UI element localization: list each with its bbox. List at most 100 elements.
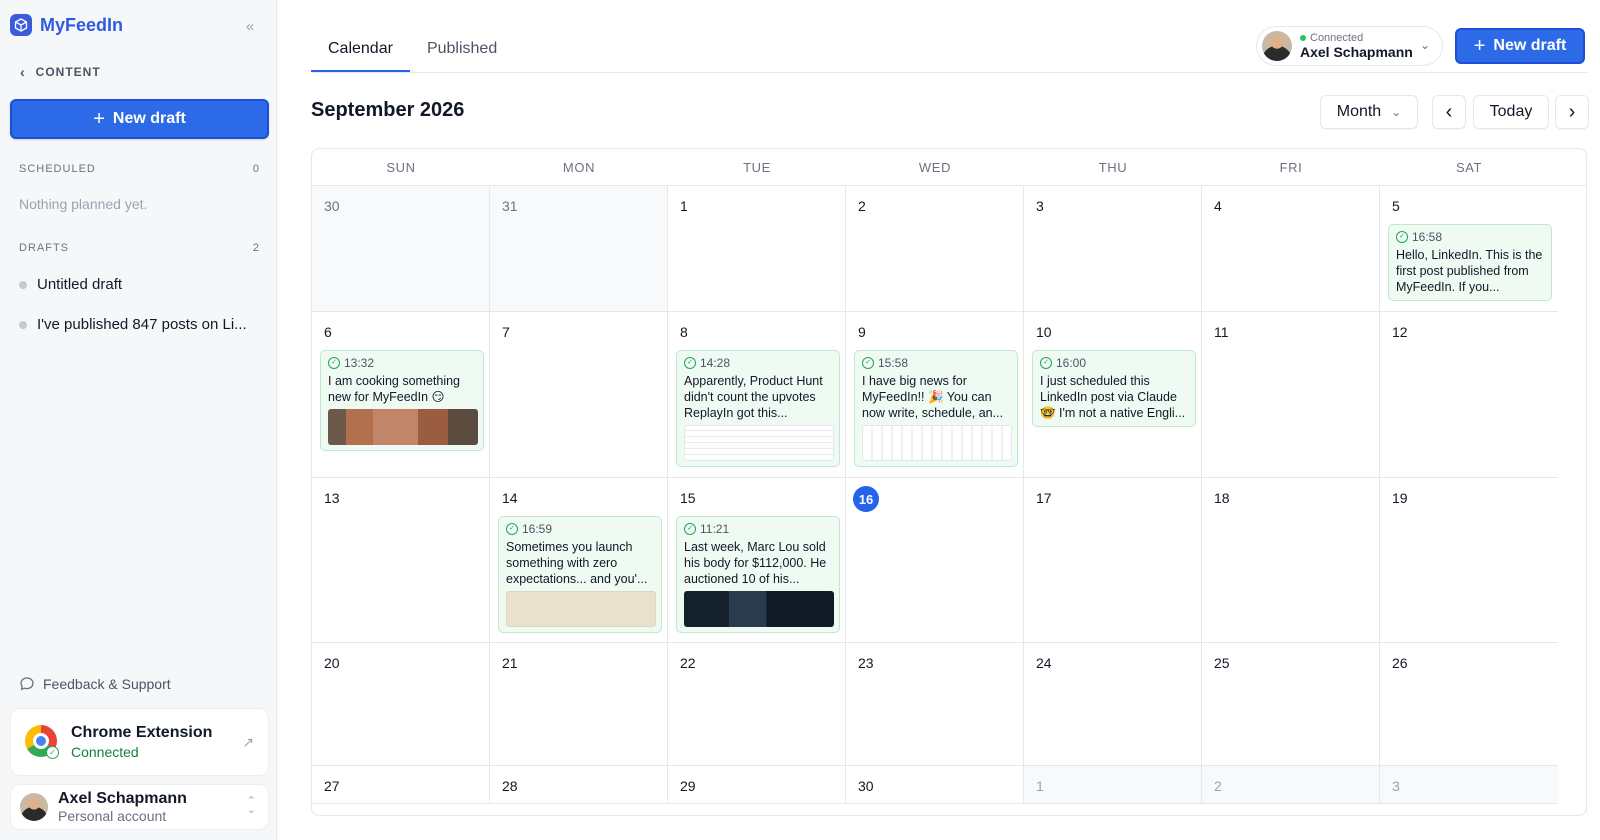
post-time-label: 13:32 xyxy=(344,356,375,370)
day-cell[interactable]: 4 xyxy=(1202,186,1380,312)
day-number: 30 xyxy=(324,198,340,214)
day-cell[interactable]: 24 xyxy=(1024,643,1202,766)
day-cell[interactable]: 22 xyxy=(668,643,846,766)
scheduled-post-card[interactable]: ✓ 16:59 Sometimes you launch something wit… xyxy=(498,516,662,633)
day-cell[interactable]: 1 xyxy=(1024,766,1202,804)
feedback-label: Feedback & Support xyxy=(43,676,171,692)
day-cell[interactable]: 23 xyxy=(846,643,1024,766)
day-cell[interactable]: 3 xyxy=(1380,766,1558,804)
post-time: ✓ 11:21 xyxy=(684,522,833,536)
day-cell[interactable]: 21 xyxy=(490,643,668,766)
day-number: 4 xyxy=(1214,198,1222,214)
feedback-support-link[interactable]: Feedback & Support xyxy=(19,676,171,692)
scheduled-post-card[interactable]: ✓ 15:58 I have big news for MyFeedIn!! 🎉 Y… xyxy=(854,350,1018,467)
tab-calendar[interactable]: Calendar xyxy=(311,30,410,72)
check-circle-icon: ✓ xyxy=(328,357,340,369)
day-cell[interactable]: 7 xyxy=(490,312,668,478)
post-image-thumbnail xyxy=(862,425,1012,461)
sidebar-new-draft-button[interactable]: + New draft xyxy=(10,99,269,139)
check-circle-icon: ✓ xyxy=(684,523,696,535)
day-cell[interactable]: 6 ✓ 13:32 I am cooking something new for My… xyxy=(312,312,490,478)
today-button[interactable]: Today xyxy=(1473,95,1549,129)
today-label: Today xyxy=(1489,103,1533,120)
day-cell[interactable]: 3 xyxy=(1024,186,1202,312)
day-cell[interactable]: 19 xyxy=(1380,478,1558,643)
day-cell[interactable]: 26 xyxy=(1380,643,1558,766)
day-number: 15 xyxy=(680,490,696,506)
next-month-button[interactable]: › xyxy=(1555,95,1589,129)
day-number: 20 xyxy=(324,655,340,671)
day-number: 17 xyxy=(1036,490,1052,506)
scheduled-label: SCHEDULED xyxy=(19,163,96,175)
draft-item[interactable]: I've published 847 posts on Li... xyxy=(19,316,259,333)
weekday-label: FRI xyxy=(1279,160,1303,175)
check-icon: ✓ xyxy=(46,746,59,759)
day-cell[interactable]: 12 xyxy=(1380,312,1558,478)
day-cell[interactable]: 13 xyxy=(312,478,490,643)
day-cell[interactable]: 18 xyxy=(1202,478,1380,643)
back-to-content-link[interactable]: ‹ CONTENT xyxy=(20,64,101,80)
scheduled-post-card[interactable]: ✓ 11:21 Last week, Marc Lou sold his body … xyxy=(676,516,840,633)
scheduled-post-card[interactable]: ✓ 14:28 Apparently, Product Hunt didn't co… xyxy=(676,350,840,467)
day-cell[interactable]: 30 xyxy=(312,186,490,312)
post-preview-text: Apparently, Product Hunt didn't count th… xyxy=(684,374,823,420)
sidebar: MyFeedIn « ‹ CONTENT + New draft SCHEDUL… xyxy=(0,0,277,840)
view-select[interactable]: Month ⌄ xyxy=(1320,95,1418,129)
scheduled-post-card[interactable]: ✓ 16:58 Hello, LinkedIn. This is the first… xyxy=(1388,224,1552,301)
day-cell[interactable]: 2 xyxy=(846,186,1024,312)
day-number: 24 xyxy=(1036,655,1052,671)
day-number: 21 xyxy=(502,655,518,671)
day-number: 3 xyxy=(1036,198,1044,214)
prev-month-button[interactable]: ‹ xyxy=(1432,95,1466,129)
connection-status-label: Connected xyxy=(1310,32,1364,44)
day-cell[interactable]: 10 ✓ 16:00 I just scheduled this LinkedIn p… xyxy=(1024,312,1202,478)
drafts-label: DRAFTS xyxy=(19,242,69,254)
post-preview-text: I have big news for MyFeedIn!! 🎉 You can… xyxy=(862,374,1004,420)
day-cell[interactable]: 14 ✓ 16:59 Sometimes you launch something w… xyxy=(490,478,668,643)
day-cell[interactable]: 28 xyxy=(490,766,668,804)
account-name: Axel Schapmann xyxy=(1300,44,1413,60)
day-cell[interactable]: 1 xyxy=(668,186,846,312)
day-cell[interactable]: 20 xyxy=(312,643,490,766)
post-image-thumbnail xyxy=(506,591,656,627)
day-cell[interactable]: 11 xyxy=(1202,312,1380,478)
draft-item[interactable]: Untitled draft xyxy=(19,276,259,293)
day-cell[interactable]: 30 xyxy=(846,766,1024,804)
view-select-label: Month xyxy=(1336,103,1382,120)
drafts-section-header: DRAFTS 2 xyxy=(19,242,260,254)
day-cell[interactable]: 31 xyxy=(490,186,668,312)
day-cell[interactable]: 5 ✓ 16:58 Hello, LinkedIn. This is the firs… xyxy=(1380,186,1558,312)
brand-name: MyFeedIn xyxy=(40,14,124,35)
scheduled-post-card[interactable]: ✓ 16:00 I just scheduled this LinkedIn pos… xyxy=(1032,350,1196,427)
day-cell[interactable]: 16 xyxy=(846,478,1024,643)
collapse-sidebar-icon[interactable]: « xyxy=(240,16,260,36)
day-number: 23 xyxy=(858,655,874,671)
drafts-count: 2 xyxy=(252,242,260,254)
weekday-label: THU xyxy=(1098,160,1128,175)
brand[interactable]: MyFeedIn xyxy=(10,12,123,38)
day-cell[interactable]: 27 xyxy=(312,766,490,804)
header-new-draft-button[interactable]: + New draft xyxy=(1455,28,1585,64)
chevron-left-icon: ‹ xyxy=(1445,100,1453,123)
day-cell[interactable]: 9 ✓ 15:58 I have big news for MyFeedIn!! 🎉 … xyxy=(846,312,1024,478)
linkedin-account-selector[interactable]: Connected Axel Schapmann ⌄ xyxy=(1256,26,1443,66)
chrome-extension-card[interactable]: ✓ Chrome Extension Connected ↗ xyxy=(10,708,269,776)
day-cell[interactable]: 29 xyxy=(668,766,846,804)
header-new-draft-label: New draft xyxy=(1493,37,1567,54)
scheduled-post-card[interactable]: ✓ 13:32 I am cooking something new for MyF… xyxy=(320,350,484,451)
day-cell[interactable]: 25 xyxy=(1202,643,1380,766)
day-cell[interactable]: 2 xyxy=(1202,766,1380,804)
tab-published[interactable]: Published xyxy=(410,30,514,72)
day-number: 8 xyxy=(680,324,688,340)
external-link-icon[interactable]: ↗ xyxy=(242,734,254,751)
day-cell[interactable]: 15 ✓ 11:21 Last week, Marc Lou sold his bod… xyxy=(668,478,846,643)
scheduled-empty-text: Nothing planned yet. xyxy=(19,196,148,212)
account-switcher[interactable]: Axel Schapmann Personal account ⌃ ⌄ xyxy=(10,784,269,830)
day-cell[interactable]: 8 ✓ 14:28 Apparently, Product Hunt didn't c… xyxy=(668,312,846,478)
draft-dot-icon xyxy=(19,320,27,329)
day-number: 19 xyxy=(1392,490,1408,506)
day-cell[interactable]: 17 xyxy=(1024,478,1202,643)
post-time-label: 14:28 xyxy=(700,356,731,370)
post-image-thumbnail xyxy=(684,425,834,461)
avatar xyxy=(20,793,48,821)
